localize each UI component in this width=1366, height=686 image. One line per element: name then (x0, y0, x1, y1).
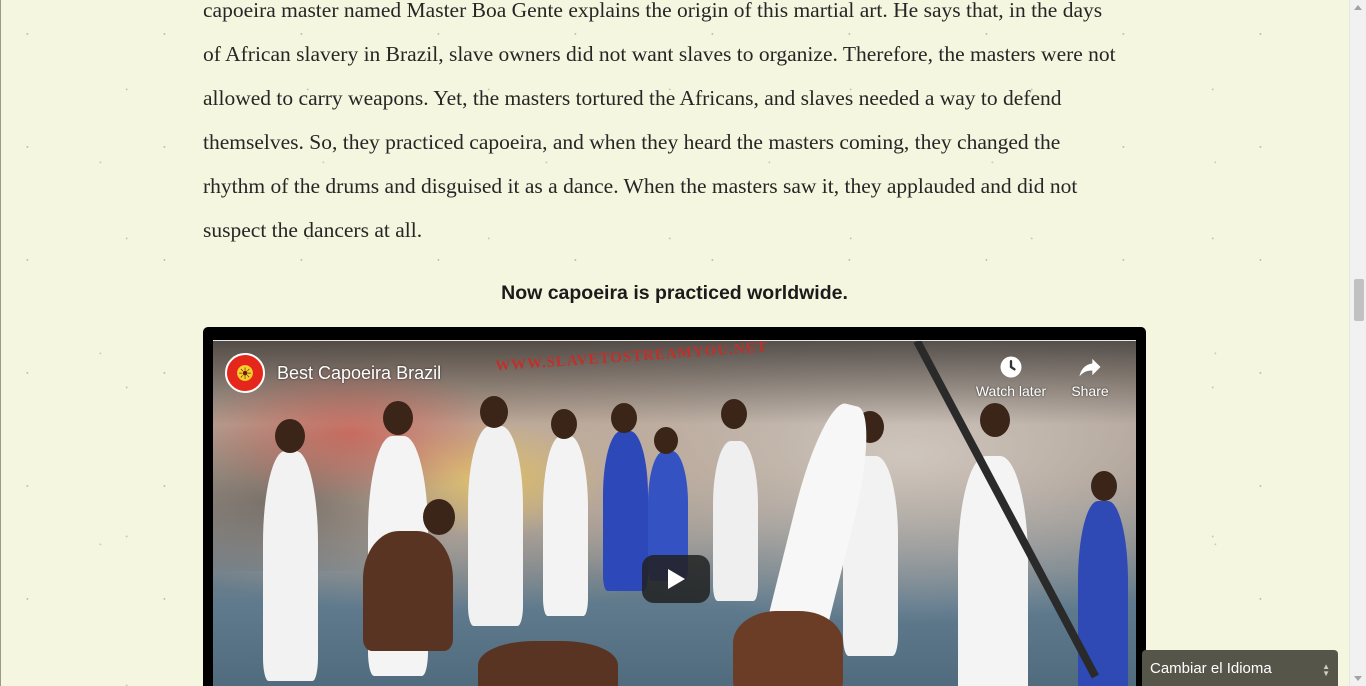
person-head (480, 396, 508, 428)
youtube-embed[interactable]: WWW.SLAVETOSTREAMYOU.NET ☀ Best Capoeira (203, 327, 1146, 686)
person-figure (543, 436, 588, 616)
capoeirista-figure (733, 611, 843, 686)
article-line: capoeira master named Master Boa Gente e… (203, 0, 1103, 22)
share-icon (1050, 353, 1130, 381)
person-figure (263, 451, 318, 681)
play-icon (668, 569, 685, 589)
person-head (1091, 471, 1117, 501)
language-selector-label: Cambiar el Idioma (1150, 660, 1272, 677)
person-head (980, 403, 1010, 437)
article-line: suspect the dancers at all. (203, 218, 423, 242)
person-head (383, 401, 413, 435)
share-label: Share (1071, 383, 1109, 399)
watch-later-button[interactable]: Watch later (971, 353, 1051, 399)
video-caption: Now capoeira is practiced worldwide. (501, 282, 848, 304)
person-head (721, 399, 747, 429)
page-edge (0, 0, 1, 686)
video-thumbnail[interactable]: WWW.SLAVETOSTREAMYOU.NET ☀ Best Capoeira (213, 340, 1136, 686)
article-line: themselves. So, they practiced capoeira,… (203, 130, 1061, 154)
person-head (551, 409, 577, 439)
person-figure (468, 426, 523, 626)
capoeirista-figure (363, 531, 453, 651)
scroll-down-icon[interactable] (1354, 676, 1362, 681)
language-selector[interactable]: Cambiar el Idioma ▲ ▼ (1142, 650, 1338, 686)
watch-later-label: Watch later (975, 383, 1047, 399)
play-button[interactable] (642, 555, 710, 603)
scroll-thumb[interactable] (1354, 279, 1364, 321)
article-body: capoeira master named Master Boa Gente e… (203, 0, 1148, 252)
capoeirista-head (423, 499, 455, 535)
person-figure (713, 441, 758, 601)
video-title[interactable]: Best Capoeira Brazil (277, 363, 441, 384)
clock-icon (971, 353, 1051, 381)
scroll-up-icon[interactable] (1354, 5, 1362, 10)
person-head (654, 427, 678, 454)
page-scrollbar[interactable] (1349, 0, 1366, 686)
article-line: allowed to carry weapons. Yet, the maste… (203, 86, 1062, 110)
article-line: rhythm of the drums and disguised it as … (203, 174, 1078, 198)
select-arrows-icon: ▲ ▼ (1322, 662, 1330, 678)
channel-logo-icon[interactable]: ☀ (225, 353, 265, 393)
capoeirista-figure (478, 641, 618, 686)
person-head (275, 419, 305, 453)
person-head (611, 403, 637, 433)
article-line: of African slavery in Brazil, slave owne… (203, 42, 1116, 66)
share-button[interactable]: Share (1050, 353, 1130, 399)
channel-header[interactable]: ☀ Best Capoeira Brazil (225, 353, 441, 393)
